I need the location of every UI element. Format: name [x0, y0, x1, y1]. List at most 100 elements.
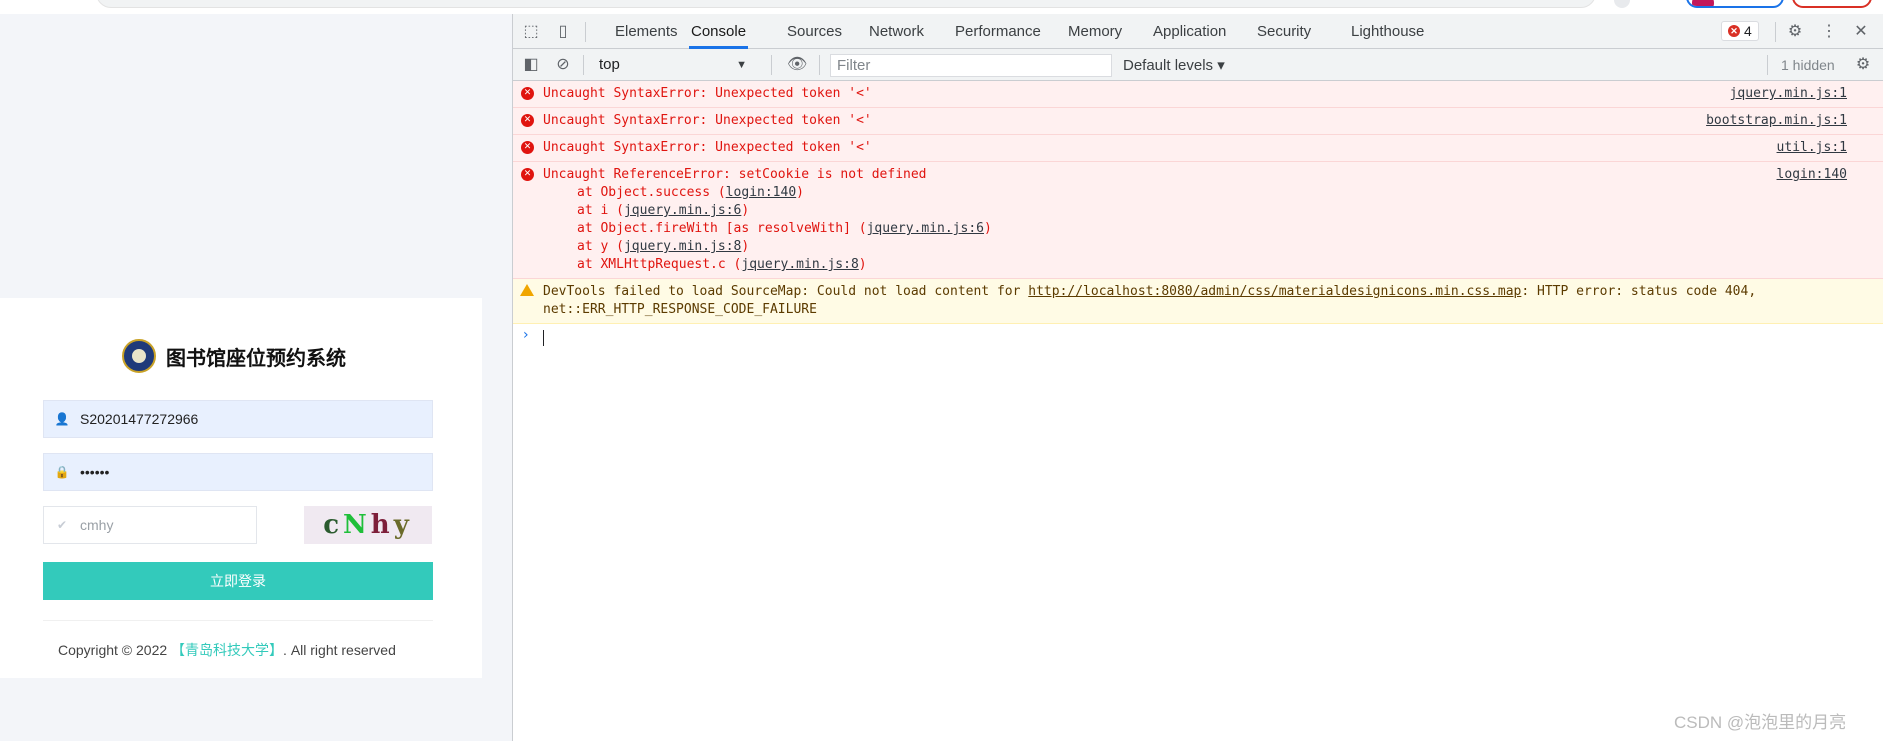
- context-selector[interactable]: top ▼: [593, 55, 753, 75]
- toolbar-separator: [819, 55, 820, 75]
- copyright-prefix: Copyright © 2022: [58, 642, 172, 658]
- web-page: 图书馆座位预约系统 👤 S20201477272966 🔒 •••••• ✔ c…: [0, 14, 512, 741]
- context-value: top: [599, 56, 620, 73]
- tab-security[interactable]: Security: [1255, 14, 1313, 49]
- login-card: 图书馆座位预约系统 👤 S20201477272966 🔒 •••••• ✔ c…: [0, 298, 482, 678]
- toolbar-separator: [585, 22, 586, 42]
- message-text: Uncaught ReferenceError: setCookie is no…: [543, 167, 927, 182]
- hidden-count: 1 hidden: [1781, 57, 1835, 73]
- captcha-placeholder: cmhy: [80, 517, 114, 533]
- console-warning: DevTools failed to load SourceMap: Could…: [513, 279, 1883, 324]
- console-prompt[interactable]: ›: [513, 324, 1883, 348]
- warning-text: DevTools failed to load SourceMap: Could…: [543, 284, 1029, 299]
- password-value: ••••••: [80, 464, 110, 480]
- check-icon: ✔: [56, 518, 68, 532]
- login-button[interactable]: 立即登录: [43, 562, 433, 600]
- captcha-image[interactable]: c N h y: [304, 506, 432, 544]
- stack-link[interactable]: login:140: [726, 185, 796, 200]
- captcha-input[interactable]: ✔ cmhy: [43, 506, 257, 544]
- eye-icon[interactable]: 👁: [787, 55, 807, 75]
- console-settings-icon[interactable]: ⚙: [1853, 55, 1873, 75]
- stack-frame: at y (jquery.min.js:8): [577, 239, 750, 254]
- close-icon[interactable]: ✕: [1851, 22, 1871, 42]
- copyright-suffix: . All right reserved: [283, 642, 396, 658]
- username-field[interactable]: 👤 S20201477272966: [43, 400, 433, 438]
- source-link[interactable]: bootstrap.min.js:1: [1706, 112, 1847, 130]
- tab-elements[interactable]: Elements: [613, 14, 680, 49]
- tab-sources[interactable]: Sources: [785, 14, 844, 49]
- password-field[interactable]: 🔒 ••••••: [43, 453, 433, 491]
- copyright: Copyright © 2022 【青岛科技大学】. All right res…: [58, 640, 396, 660]
- tab-lighthouse[interactable]: Lighthouse: [1349, 14, 1426, 49]
- sidebar-toggle-icon[interactable]: ◧: [521, 55, 541, 75]
- inspect-element-icon[interactable]: ⬚: [521, 22, 541, 42]
- sourcemap-link[interactable]: http://localhost:8080/admin/css/material…: [1028, 284, 1521, 299]
- tab-performance[interactable]: Performance: [953, 14, 1043, 49]
- console-message: ✕ Uncaught ReferenceError: setCookie is …: [513, 162, 1883, 279]
- toolbar-separator: [1767, 55, 1768, 75]
- source-link[interactable]: jquery.min.js:1: [1730, 85, 1847, 103]
- toolbar-separator: [583, 55, 584, 75]
- log-levels-label: Default levels: [1123, 57, 1214, 74]
- source-link[interactable]: login:140: [1777, 166, 1847, 184]
- username-value: S20201477272966: [80, 411, 199, 427]
- console-message: ✕ Uncaught SyntaxError: Unexpected token…: [513, 81, 1883, 108]
- tab-memory[interactable]: Memory: [1066, 14, 1124, 49]
- message-text: Uncaught SyntaxError: Unexpected token '…: [543, 113, 872, 128]
- toolbar-separator: [1775, 22, 1776, 42]
- warning-icon: [520, 284, 534, 296]
- error-count-badge[interactable]: ✕ 4: [1721, 21, 1759, 41]
- tab-application[interactable]: Application: [1151, 14, 1228, 49]
- divider: [43, 620, 433, 621]
- captcha-char: h: [370, 510, 394, 540]
- user-icon: 👤: [54, 412, 70, 426]
- error-icon: ✕: [521, 114, 534, 127]
- filter-input[interactable]: [830, 54, 1112, 77]
- error-count: 4: [1744, 23, 1752, 39]
- watermark: CSDN @泡泡里的月亮: [1674, 713, 1847, 732]
- stack-frame: at XMLHttpRequest.c (jquery.min.js:8): [577, 257, 867, 272]
- message-text: Uncaught SyntaxError: Unexpected token '…: [543, 86, 872, 101]
- chevron-right-icon: ›: [523, 327, 529, 343]
- gear-icon[interactable]: ⚙: [1785, 22, 1805, 42]
- console-toolbar: ◧ ⊘ top ▼ 👁 Default levels ▾ 1 hidden ⚙: [513, 49, 1883, 81]
- university-logo-icon: [122, 339, 156, 373]
- lock-icon: 🔒: [54, 465, 70, 479]
- tab-console[interactable]: Console: [689, 14, 749, 49]
- error-icon: ✕: [1728, 25, 1740, 37]
- browser-top-strip: [0, 0, 1883, 14]
- error-icon: ✕: [521, 141, 534, 154]
- log-levels-dropdown[interactable]: Default levels ▾: [1123, 56, 1225, 74]
- error-icon: ✕: [521, 168, 534, 181]
- toolbar-separator: [771, 55, 772, 75]
- stack-link[interactable]: jquery.min.js:8: [624, 239, 741, 254]
- clear-console-icon[interactable]: ⊘: [553, 55, 573, 75]
- school-link[interactable]: 【青岛科技大学】: [171, 642, 283, 658]
- console-message: ✕ Uncaught SyntaxError: Unexpected token…: [513, 135, 1883, 162]
- stack-frame: at i (jquery.min.js:6): [577, 203, 750, 218]
- stack-frame: at Object.success (login:140): [577, 185, 804, 200]
- avatar: [1692, 0, 1714, 6]
- stack-link[interactable]: jquery.min.js:8: [741, 257, 858, 272]
- update-button[interactable]: [1792, 0, 1872, 8]
- console-output: ✕ Uncaught SyntaxError: Unexpected token…: [513, 81, 1883, 348]
- login-header: 图书馆座位预约系统: [122, 339, 346, 373]
- address-bar[interactable]: [96, 0, 1596, 8]
- stack-frame: at Object.fireWith [as resolveWith] (jqu…: [577, 221, 992, 236]
- tab-network[interactable]: Network: [867, 14, 926, 49]
- error-icon: ✕: [521, 87, 534, 100]
- source-link[interactable]: util.js:1: [1777, 139, 1847, 157]
- stack-link[interactable]: jquery.min.js:6: [867, 221, 984, 236]
- caret-down-icon: ▼: [736, 59, 747, 71]
- page-title: 图书馆座位预约系统: [166, 347, 346, 370]
- extension-icon[interactable]: [1614, 0, 1630, 8]
- more-options-icon[interactable]: ⋮: [1819, 22, 1839, 42]
- stack-link[interactable]: jquery.min.js:6: [624, 203, 741, 218]
- devtools-panel: ⬚ ▯ Elements Console Sources Network Per…: [512, 14, 1883, 741]
- message-text: Uncaught SyntaxError: Unexpected token '…: [543, 140, 872, 155]
- devtools-tabbar: ⬚ ▯ Elements Console Sources Network Per…: [513, 14, 1883, 49]
- text-cursor: [543, 330, 544, 346]
- captcha-char: N: [343, 510, 371, 540]
- profile-button[interactable]: [1686, 0, 1784, 8]
- device-toolbar-icon[interactable]: ▯: [553, 22, 573, 42]
